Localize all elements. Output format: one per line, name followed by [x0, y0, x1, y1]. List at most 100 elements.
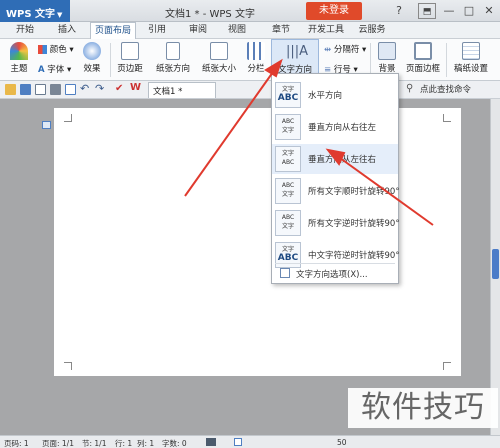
status-row: 行: 1 — [115, 439, 133, 448]
font-label: 字体 — [47, 65, 65, 75]
tab-chapter[interactable]: 章节 — [266, 22, 296, 39]
menu-item-label: 水平方向 — [308, 91, 343, 101]
menu-item-rotate-ccw[interactable]: ABC 文字 所有文字逆时针旋转90° — [272, 208, 400, 238]
divider — [110, 43, 111, 77]
menu-divider — [275, 263, 395, 264]
effects-label: 效果 — [83, 64, 101, 74]
status-page: 页码: 1 — [4, 439, 29, 448]
window-title: 文档1 * - WPS 文字 — [165, 9, 255, 20]
page-border-button[interactable]: 页面边框 — [402, 39, 444, 81]
menu-item-vertical-ltr[interactable]: 文字 ABC 垂直方向从左往右 — [272, 144, 398, 174]
margins-icon — [121, 42, 139, 60]
manuscript-icon — [462, 42, 480, 60]
paper-size-icon — [210, 42, 228, 60]
breaks-button[interactable]: ⇹ 分隔符 ▾ — [324, 43, 366, 55]
chevron-down-icon: ▼ — [57, 11, 63, 19]
breaks-label: 分隔符 — [333, 45, 360, 55]
ribbon: 主题 颜色 ▾ A 字体 ▾ 效果 页边距 纸张方向 纸张大小 分栏 |||A … — [0, 39, 500, 81]
crop-mark — [64, 362, 72, 370]
margins-button[interactable]: 页边距 — [114, 39, 146, 81]
open-icon[interactable] — [5, 84, 16, 95]
search-icon: ⚲ — [406, 83, 414, 94]
theme-label: 主题 — [10, 64, 28, 74]
colors-button[interactable]: 颜色 ▾ — [38, 43, 74, 55]
redo-icon[interactable]: ↷ — [95, 82, 104, 95]
paragraph-mark-icon[interactable] — [42, 121, 51, 129]
theme-icon — [10, 42, 28, 60]
title-bar: WPS 文字 ▼ 文档1 * - WPS 文字 未登录 ? ⬒ — □ ✕ — [0, 0, 500, 22]
quick-access-toolbar: ↶ ↷ ✔ W 文档1 * ⚲ 点此查找命令 — [0, 81, 500, 99]
menu-item-horizontal[interactable]: 文字 ABC 水平方向 — [272, 80, 398, 110]
breaks-icon: ⇹ — [324, 45, 332, 55]
tab-view[interactable]: 视图 — [222, 22, 252, 39]
status-bar: 页码: 1 页面: 1/1 节: 1/1 行: 1 列: 1 字数: 0 50 — [0, 435, 500, 448]
vertical-rtl-text-icon: ABC 文字 — [275, 114, 301, 140]
skin-icon[interactable]: ⬒ — [418, 3, 436, 19]
effects-icon — [83, 42, 101, 60]
manuscript-label: 稿纸设置 — [453, 64, 488, 74]
text-direction-icon: |||A — [286, 44, 309, 59]
theme-button[interactable]: 主题 — [4, 39, 34, 81]
tab-review[interactable]: 审阅 — [183, 22, 213, 39]
vertical-scrollbar[interactable] — [490, 99, 500, 435]
tab-insert[interactable]: 插入 — [52, 22, 82, 39]
login-button[interactable]: 未登录 — [306, 2, 362, 20]
maximize-button[interactable]: □ — [460, 3, 478, 19]
columns-label: 分栏 — [247, 64, 265, 74]
print-icon[interactable] — [50, 84, 61, 95]
close-button[interactable]: ✕ — [480, 3, 498, 19]
help-icon[interactable]: ? — [390, 3, 408, 19]
preview-icon[interactable] — [65, 84, 76, 95]
menu-item-label: 中文字符逆时针旋转90° — [308, 251, 400, 261]
minimize-button[interactable]: — — [440, 3, 458, 19]
font-icon: A — [38, 65, 45, 75]
crop-mark — [443, 114, 451, 122]
columns-button[interactable]: 分栏 — [244, 39, 268, 81]
tab-home[interactable]: 开始 — [10, 22, 40, 39]
palette-icon — [38, 45, 47, 54]
app-menu-button[interactable]: WPS 文字 ▼ — [0, 0, 70, 22]
rotate-clockwise-icon: ABC 文字 — [275, 178, 301, 204]
undo-icon[interactable]: ↶ — [80, 82, 89, 95]
rotate-counterclockwise-icon: ABC 文字 — [275, 210, 301, 236]
menu-item-rotate-chinese[interactable]: 文字 ABC 中文字符逆时针旋转90° — [272, 240, 400, 270]
crop-mark — [443, 362, 451, 370]
status-pages: 页面: 1/1 — [42, 439, 74, 448]
text-direction-options[interactable]: 文字方向选项(X)... — [296, 268, 368, 280]
background-icon — [378, 42, 396, 60]
crop-mark — [64, 114, 72, 122]
tab-references[interactable]: 引用 — [142, 22, 172, 39]
doc-tab-label: 文档1 * — [153, 87, 183, 97]
effects-button[interactable]: 效果 — [78, 39, 106, 81]
options-icon — [280, 268, 290, 278]
app-brand: WPS 文字 — [6, 9, 56, 20]
font-button[interactable]: A 字体 ▾ — [38, 63, 71, 75]
document-tab[interactable]: 文档1 * — [148, 82, 216, 98]
menu-item-label: 垂直方向从左往右 — [308, 155, 377, 165]
status-section: 节: 1/1 — [82, 439, 107, 448]
tab-developer[interactable]: 开发工具 — [304, 22, 348, 39]
manuscript-button[interactable]: 稿纸设置 — [450, 39, 492, 81]
scroll-thumb[interactable] — [492, 249, 499, 279]
menu-item-label: 所有文字逆时针旋转90° — [308, 219, 400, 229]
menu-item-rotate-cw[interactable]: ABC 文字 所有文字顺时针旋转90° — [272, 176, 400, 206]
menu-item-label: 所有文字顺时针旋转90° — [308, 187, 400, 197]
page-view-icon[interactable] — [234, 438, 242, 446]
menu-bar: 开始 插入 页面布局 引用 审阅 视图 章节 开发工具 云服务 — [0, 22, 500, 39]
save-icon[interactable] — [20, 84, 31, 95]
command-search[interactable]: 点此查找命令 — [420, 83, 471, 95]
size-button[interactable]: 纸张大小 — [198, 39, 240, 81]
menu-item-vertical-rtl[interactable]: ABC 文字 垂直方向从右往左 — [272, 112, 398, 142]
tab-cloud[interactable]: 云服务 — [354, 22, 390, 39]
document-page[interactable] — [54, 108, 461, 376]
status-col: 列: 1 — [137, 439, 155, 448]
orientation-button[interactable]: 纸张方向 — [152, 39, 194, 81]
check-icon[interactable]: ✔ — [115, 83, 123, 94]
page-border-label: 页面边框 — [405, 64, 440, 74]
new-icon[interactable] — [35, 84, 46, 95]
wps-logo-icon: W — [130, 82, 142, 93]
horizontal-text-icon: 文字 ABC — [275, 82, 301, 108]
tab-page-layout[interactable]: 页面布局 — [90, 22, 136, 39]
zoom-level: 50 — [337, 438, 347, 447]
view-mode-icon[interactable] — [206, 438, 216, 446]
